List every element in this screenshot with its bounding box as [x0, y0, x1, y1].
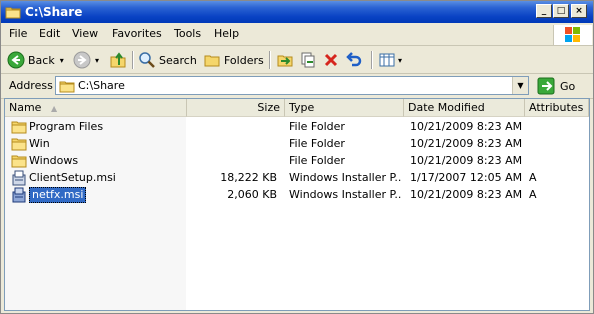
toolbar: Back ▾ ▾ Search Folders ▾ — [1, 47, 593, 74]
menu-tools[interactable]: Tools — [174, 27, 201, 41]
column-attributes[interactable]: Attributes — [525, 99, 589, 117]
address-bar: Address C:\Share ▼ Go — [1, 74, 593, 99]
maximize-button[interactable]: □ — [553, 4, 569, 18]
file-type: Windows Installer P... — [289, 188, 401, 201]
window-title: C:\Share — [25, 5, 83, 19]
explorer-window: C:\Share _ □ × File Edit View Favorites … — [0, 0, 594, 314]
menu-bar: File Edit View Favorites Tools Help — [1, 23, 593, 46]
file-name: Windows — [29, 154, 79, 167]
delete-button[interactable] — [322, 50, 340, 70]
up-folder-icon — [110, 52, 126, 68]
folder-icon — [59, 81, 75, 93]
file-type: Windows Installer P... — [289, 171, 401, 184]
list-item-selected[interactable]: netfx.msi 2,060 KB Windows Installer P..… — [5, 187, 589, 204]
folder-icon — [11, 121, 27, 134]
folder-icon — [11, 138, 27, 151]
list-item[interactable]: Win File Folder 10/21/2009 8:23 AM — [5, 136, 589, 153]
search-label: Search — [159, 53, 197, 67]
move-to-button[interactable] — [276, 50, 294, 70]
up-folder-button[interactable] — [109, 50, 127, 70]
file-size: 2,060 KB — [227, 188, 277, 201]
list-header: Name ▲ Size Type Date Modified Attribute… — [5, 99, 589, 117]
list-item[interactable]: ClientSetup.msi 18,222 KB Windows Instal… — [5, 170, 589, 187]
go-label: Go — [560, 79, 576, 93]
chevron-down-icon[interactable]: ▾ — [60, 56, 64, 65]
search-icon — [139, 52, 155, 68]
file-name: Win — [29, 137, 50, 150]
folders-icon — [204, 55, 220, 67]
address-dropdown-icon[interactable]: ▼ — [512, 77, 528, 94]
go-button[interactable]: Go — [537, 77, 575, 95]
file-date: 10/21/2009 8:23 AM — [410, 137, 523, 150]
folder-icon — [5, 7, 21, 19]
sort-up-icon: ▲ — [50, 104, 58, 113]
address-value: C:\Share — [78, 79, 125, 92]
move-to-icon — [277, 55, 293, 67]
column-type[interactable]: Type — [285, 99, 404, 117]
list-item[interactable]: Program Files File Folder 10/21/2009 8:2… — [5, 119, 589, 136]
file-type: File Folder — [289, 137, 345, 150]
msi-installer-icon — [12, 170, 26, 186]
back-label: Back — [28, 53, 55, 67]
copy-to-button[interactable] — [299, 50, 317, 70]
back-arrow-icon — [7, 51, 25, 69]
menu-edit[interactable]: Edit — [39, 27, 60, 41]
menu-help[interactable]: Help — [214, 27, 239, 41]
file-date: 10/21/2009 8:23 AM — [410, 188, 523, 201]
menu-file[interactable]: File — [9, 27, 27, 41]
file-name: ClientSetup.msi — [29, 171, 116, 184]
file-date: 10/21/2009 8:23 AM — [410, 154, 523, 167]
file-date: 1/17/2007 12:05 AM — [410, 171, 523, 184]
column-name-label: Name — [9, 101, 42, 114]
file-list[interactable]: Name ▲ Size Type Date Modified Attribute… — [4, 98, 590, 311]
file-attributes: A — [529, 188, 537, 201]
file-type: File Folder — [289, 154, 345, 167]
file-type: File Folder — [289, 120, 345, 133]
column-date-modified[interactable]: Date Modified — [404, 99, 525, 117]
menu-view[interactable]: View — [72, 27, 98, 41]
folders-label: Folders — [224, 53, 264, 67]
column-name[interactable]: Name ▲ — [5, 99, 187, 117]
list-item[interactable]: Windows File Folder 10/21/2009 8:23 AM — [5, 153, 589, 170]
forward-button[interactable]: ▾ — [73, 50, 99, 70]
file-name: Program Files — [29, 120, 104, 133]
folder-icon — [11, 155, 27, 168]
back-button[interactable]: Back ▾ — [7, 50, 64, 70]
windows-logo-icon — [553, 25, 592, 45]
undo-icon — [346, 52, 362, 67]
chevron-down-icon[interactable]: ▾ — [95, 56, 99, 65]
forward-arrow-icon — [73, 51, 91, 69]
file-date: 10/21/2009 8:23 AM — [410, 120, 523, 133]
column-size[interactable]: Size — [187, 99, 285, 117]
address-label: Address — [9, 79, 53, 92]
chevron-down-icon[interactable]: ▾ — [398, 56, 402, 65]
close-button[interactable]: × — [571, 4, 587, 18]
file-name: netfx.msi — [29, 187, 87, 203]
delete-icon — [324, 53, 338, 67]
folders-button[interactable]: Folders — [203, 50, 264, 70]
go-arrow-icon — [537, 77, 555, 95]
views-icon — [379, 53, 395, 67]
undo-button[interactable] — [345, 50, 363, 70]
search-button[interactable]: Search — [138, 50, 197, 70]
minimize-button[interactable]: _ — [536, 4, 552, 18]
title-bar[interactable]: C:\Share _ □ × — [1, 1, 593, 23]
file-size: 18,222 KB — [220, 171, 277, 184]
address-input[interactable]: C:\Share ▼ — [55, 76, 529, 95]
msi-installer-icon — [12, 187, 26, 203]
copy-to-icon — [301, 52, 315, 68]
views-button[interactable]: ▾ — [378, 50, 402, 70]
menu-favorites[interactable]: Favorites — [112, 27, 162, 41]
file-attributes: A — [529, 171, 537, 184]
